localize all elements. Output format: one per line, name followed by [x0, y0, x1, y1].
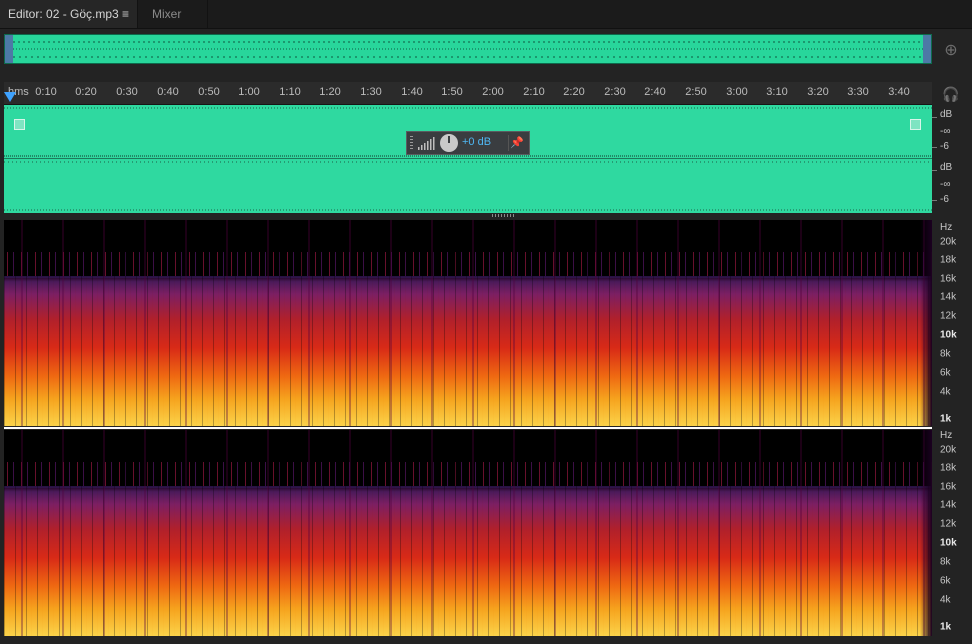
frequency-scale-channel-2: Hz 20k 18k 16k 14k 12k 10k 8k 6k 4k 1k	[932, 430, 972, 636]
waveform-overview[interactable]	[4, 34, 932, 64]
overview-left-handle[interactable]	[5, 35, 13, 63]
hz-label: 4k	[940, 594, 951, 606]
hz-unit-label: Hz	[940, 430, 953, 441]
hz-unit-label: Hz	[940, 222, 953, 233]
hz-label: 18k	[940, 254, 957, 266]
ruler-tick-label: 3:00	[726, 86, 748, 98]
db-neg6-label: -6	[940, 194, 949, 205]
ruler-tick-label: 1:00	[238, 86, 260, 98]
hz-label: 12k	[940, 518, 957, 530]
db-inf-label: -∞	[940, 126, 951, 137]
ruler-tick-label: 2:20	[563, 86, 585, 98]
ruler-tick-label: 0:40	[157, 86, 179, 98]
hz-label: 20k	[940, 236, 957, 248]
tab-editor[interactable]: Editor: 02 - Göç.mp3 ≡	[0, 0, 138, 28]
pin-icon[interactable]: 📌	[508, 135, 525, 151]
hz-label: 6k	[940, 575, 951, 587]
channel-divider	[4, 158, 932, 159]
overview-right-handle[interactable]	[923, 35, 931, 63]
ruler-tick-label: 3:30	[847, 86, 869, 98]
hz-label: 14k	[940, 291, 957, 303]
hz-label: 4k	[940, 386, 951, 398]
hz-label: 18k	[940, 462, 957, 474]
headphones-icon[interactable]: 🎧	[942, 86, 959, 102]
db-inf-label: -∞	[940, 179, 951, 190]
gain-value[interactable]: +0 dB	[462, 136, 491, 148]
hz-label: 12k	[940, 310, 957, 322]
spectral-edge	[920, 220, 932, 426]
ruler-tick-label: 2:50	[685, 86, 707, 98]
hz-label: 8k	[940, 556, 951, 568]
ruler-tick-label: 2:00	[482, 86, 504, 98]
zoom-to-selection-icon[interactable]: ⊕	[940, 40, 962, 62]
ruler-tick-label: 0:50	[198, 86, 220, 98]
ruler-tick-label: 0:20	[75, 86, 97, 98]
ruler-tick-label: 1:40	[401, 86, 423, 98]
panel-tab-bar: Editor: 02 - Göç.mp3 ≡ Mixer	[0, 0, 972, 29]
fade-out-handle[interactable]	[910, 119, 921, 130]
fade-in-handle[interactable]	[14, 119, 25, 130]
spectral-display-channel-2[interactable]	[4, 430, 932, 636]
hz-label: 14k	[940, 499, 957, 511]
scale-tick	[932, 117, 937, 118]
ruler-tick-label: 1:10	[279, 86, 301, 98]
time-ruler[interactable]: hms 0:10 0:20 0:30 0:40 0:50 1:00 1:10 1…	[4, 82, 932, 105]
panel-splitter[interactable]	[492, 214, 516, 217]
hz-label: 8k	[940, 348, 951, 360]
ruler-tick-label: 3:10	[766, 86, 788, 98]
ruler-tick-label: 3:40	[888, 86, 910, 98]
ruler-tick-label: 1:30	[360, 86, 382, 98]
scale-tick	[932, 200, 937, 201]
ruler-tick-label: 2:40	[644, 86, 666, 98]
hz-label: 1k	[940, 413, 952, 425]
spectral-texture	[4, 220, 932, 426]
hud-grip[interactable]	[410, 136, 413, 150]
ruler-tick-label: 2:10	[523, 86, 545, 98]
channel-divider	[4, 427, 932, 429]
tab-mixer-label: Mixer	[152, 7, 182, 21]
ruler-tick-label: 1:20	[319, 86, 341, 98]
spectral-texture	[4, 430, 932, 636]
waveform-display[interactable]	[4, 105, 932, 213]
hz-label: 16k	[940, 273, 957, 285]
ruler-tick-label: 3:20	[807, 86, 829, 98]
scale-tick	[932, 170, 937, 171]
tab-mixer[interactable]: Mixer	[138, 0, 208, 28]
db-neg6-label: -6	[940, 141, 949, 152]
hz-label: 10k	[940, 537, 957, 549]
ruler-tick-label: 1:50	[441, 86, 463, 98]
scale-tick	[932, 147, 937, 148]
amplitude-scale: dB -∞ -6 dB -∞ -6	[932, 105, 972, 213]
spectral-edge	[920, 430, 932, 636]
hz-label: 16k	[940, 481, 957, 493]
hz-label: 10k	[940, 329, 957, 341]
playhead-marker[interactable]	[4, 92, 16, 102]
panel-menu-icon[interactable]: ≡	[122, 0, 129, 28]
ruler-tick-label: 0:30	[116, 86, 138, 98]
hz-label: 6k	[940, 367, 951, 379]
db-unit-label: dB	[940, 162, 953, 173]
spectral-display-channel-1[interactable]	[4, 220, 932, 426]
db-unit-label: dB	[940, 109, 953, 120]
tab-editor-label: Editor: 02 - Göç.mp3	[8, 7, 119, 21]
ruler-tick-label: 0:10	[35, 86, 57, 98]
volume-bars-icon	[418, 137, 435, 150]
volume-hud[interactable]: +0 dB 📌	[406, 131, 530, 155]
overview-waveform	[13, 41, 923, 58]
waveform-traces	[4, 107, 932, 211]
hz-label: 1k	[940, 621, 952, 633]
frequency-scale-channel-1: Hz 20k 18k 16k 14k 12k 10k 8k 6k 4k 1k	[932, 220, 972, 426]
hz-label: 20k	[940, 444, 957, 456]
ruler-tick-label: 2:30	[604, 86, 626, 98]
gain-knob-icon[interactable]	[440, 134, 458, 152]
